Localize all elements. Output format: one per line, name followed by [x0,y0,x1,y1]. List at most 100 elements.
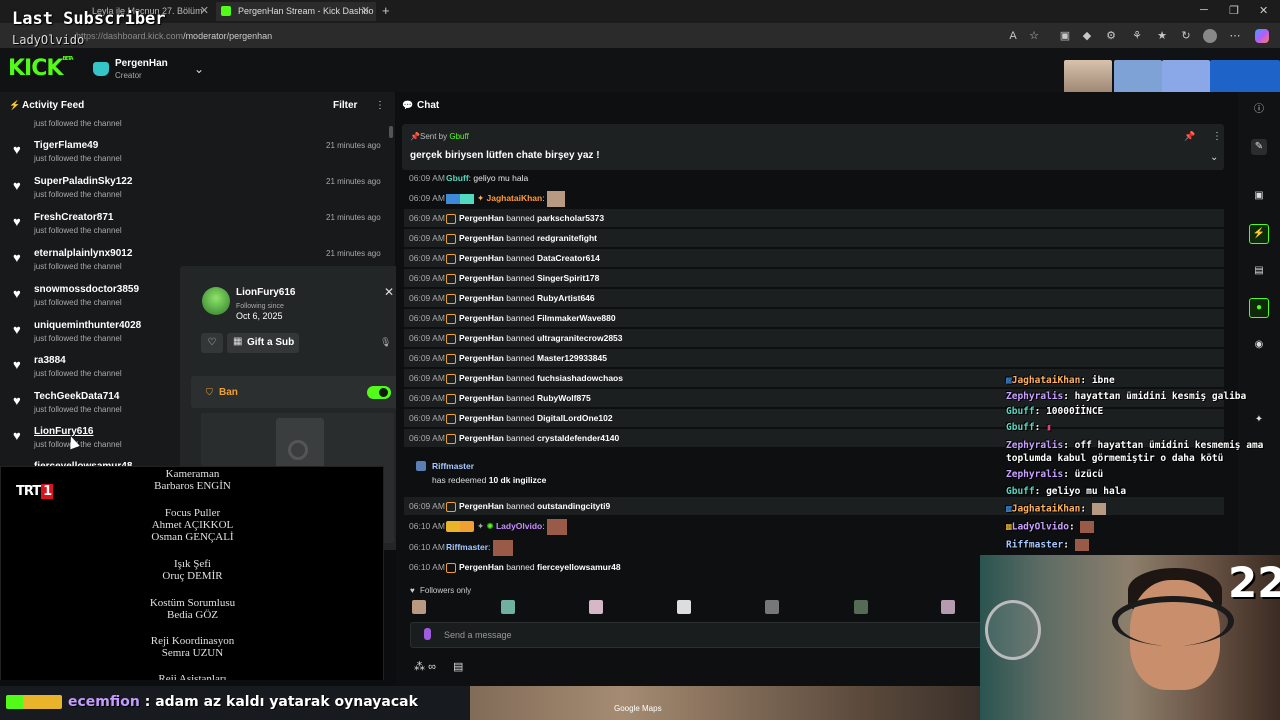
ban-target[interactable]: RubyArtist646 [537,293,595,303]
ban-event[interactable]: 06:09 AM PergenHan banned FilmmakerWave88… [404,309,1224,327]
feed-scrollbar[interactable] [389,126,393,138]
chat-message[interactable]: 06:10 AM ✦ ✺ LadyOlvido: [404,517,1224,535]
bolt-icon[interactable]: ⚡ [1249,224,1269,244]
ban-event[interactable]: 06:09 AM PergenHan banned DataCreator614 [404,249,1224,267]
feed-username[interactable]: TigerFlame49 [34,140,98,151]
emote-image[interactable] [677,600,691,614]
msg-user[interactable]: PergenHan [459,293,504,303]
history-icon[interactable]: ↻ [1179,29,1193,43]
more-icon[interactable]: ⋯ [1228,29,1242,43]
ban-target[interactable]: FilmmakerWave880 [537,313,616,323]
window-close-icon[interactable]: ✕ [1259,4,1268,17]
read-aloud-icon[interactable]: A [1006,29,1020,43]
feed-username[interactable]: ra3884 [34,355,66,366]
mic-icon[interactable] [424,628,431,640]
wrench-icon[interactable]: ✦ [1251,412,1267,428]
msg-user[interactable]: PergenHan [459,373,504,383]
feed-username[interactable]: FreshCreator871 [34,212,113,223]
ban-event[interactable]: 06:09 AM PergenHan banned redgranitefight [404,229,1224,247]
infinity-icon[interactable]: ∞ [428,661,436,673]
ban-target[interactable]: crystaldefender4140 [537,433,619,443]
msg-user[interactable]: PergenHan [459,393,504,403]
msg-user[interactable]: PergenHan [459,353,504,363]
document-icon[interactable]: ▤ [1251,263,1267,279]
profile-icon[interactable] [1203,29,1217,43]
extension-icon[interactable]: ◆ [1080,29,1094,43]
info-icon[interactable]: ⓘ [1251,102,1267,118]
msg-user[interactable]: PergenHan [459,501,504,511]
emote-image[interactable] [501,600,515,614]
close-icon[interactable]: ✕ [384,285,394,299]
users-icon[interactable]: ⁂ [414,661,425,673]
url-field[interactable]: https://dashboard.kick.com/moderator/per… [66,27,1046,45]
chevron-down-icon[interactable]: ⌄ [1210,152,1218,163]
copilot-icon[interactable] [1255,29,1269,43]
maximize-icon[interactable]: ❐ [1229,4,1239,17]
chevron-down-icon[interactable]: ⌄ [194,62,204,76]
emote-image[interactable] [412,600,426,614]
store-icon[interactable]: ▤ [453,661,463,673]
channel-name[interactable]: PergenHan [115,58,168,69]
feed-username[interactable]: TechGeekData714 [34,391,119,402]
ban-target[interactable]: fuchsiashadowchaos [537,373,623,383]
user-card-username[interactable]: LionFury616 [236,287,295,298]
edit-icon[interactable]: ✎ [1251,139,1267,155]
msg-user[interactable]: PergenHan [459,313,504,323]
menu-icon[interactable]: ⋮ [375,100,385,111]
ban-event[interactable]: 06:09 AM PergenHan banned ultragranitecro… [404,329,1224,347]
emote-image[interactable] [854,600,868,614]
tab-kick-dashboard[interactable]: PergenHan Stream - Kick Dashbo ✕ [216,2,376,21]
msg-user[interactable]: PergenHan [459,562,504,572]
close-icon[interactable]: ✕ [361,2,370,21]
msg-user[interactable]: JaghataiKhan [486,193,542,203]
chat-icon[interactable]: ● [1249,298,1269,318]
msg-user[interactable]: LadyOlvido [496,521,542,531]
ban-target[interactable]: RubyWolf875 [537,393,591,403]
ban-event[interactable]: 06:09 AM PergenHan banned SingerSpirit178 [404,269,1224,287]
mic-icon[interactable]: 🎙 [380,337,391,348]
minimize-icon[interactable]: ─ [1200,4,1208,16]
emote-image[interactable] [941,600,955,614]
new-tab-button[interactable]: + [382,3,390,18]
sent-by-user[interactable]: Gbuff [449,132,468,141]
feed-username[interactable]: eternalplainlynx9012 [34,248,132,259]
emote-image[interactable] [765,600,779,614]
ban-event[interactable]: 06:09 AM PergenHan banned parkscholar5373 [404,209,1224,227]
msg-user[interactable]: PergenHan [459,253,504,263]
msg-user[interactable]: Gbuff [446,173,469,183]
unpin-icon[interactable]: 📌 [1184,131,1195,142]
msg-user[interactable]: PergenHan [459,333,504,343]
feed-username[interactable]: uniqueminthunter4028 [34,320,141,331]
extension-icon[interactable]: ⚙ [1104,29,1118,43]
chat-message[interactable]: 06:09 AMGbuff: geliyo mu hala [404,169,1224,187]
feed-item[interactable]: ♥ FreshCreator871 just followed the chan… [0,211,390,247]
capture-icon[interactable]: ▣ [1251,188,1267,204]
follow-heart-button[interactable]: ♡ [201,333,223,353]
feed-item[interactable]: ♥ SuperPaladinSky122 just followed the c… [0,175,390,211]
pinned-message[interactable] [402,124,1224,170]
emote-image[interactable] [589,600,603,614]
ban-target[interactable]: outstandingcityti9 [537,501,610,511]
msg-user[interactable]: PergenHan [459,413,504,423]
msg-user[interactable]: PergenHan [459,213,504,223]
kick-logo[interactable]: KICKBETA [8,56,74,81]
redeem-user[interactable]: Riffmaster [432,461,474,471]
ban-target[interactable]: parkscholar5373 [537,213,604,223]
broadcast-icon[interactable]: ◉ [1251,337,1267,353]
close-icon[interactable]: ✕ [200,2,209,21]
ban-target[interactable]: ultragranitecrow2853 [537,333,623,343]
chat-message[interactable]: 06:10 AM Riffmaster: [404,538,1224,556]
extension-icon[interactable]: ⚘ [1130,29,1144,43]
ban-event[interactable]: 06:09 AM PergenHan banned RubyArtist646 [404,289,1224,307]
ban-target[interactable]: SingerSpirit178 [537,273,599,283]
favorites-icon[interactable]: ★ [1155,29,1169,43]
msg-user[interactable]: PergenHan [459,273,504,283]
ban-target[interactable]: DigitalLordOne102 [537,413,613,423]
ban-target[interactable]: DataCreator614 [537,253,600,263]
msg-user[interactable]: Riffmaster [446,542,488,552]
ban-target[interactable]: Master129933845 [537,353,607,363]
feed-username[interactable]: snowmossdoctor3859 [34,284,139,295]
filter-button[interactable]: Filter [333,100,357,111]
feed-username[interactable]: SuperPaladinSky122 [34,176,132,187]
favorite-icon[interactable]: ☆ [1027,29,1041,43]
